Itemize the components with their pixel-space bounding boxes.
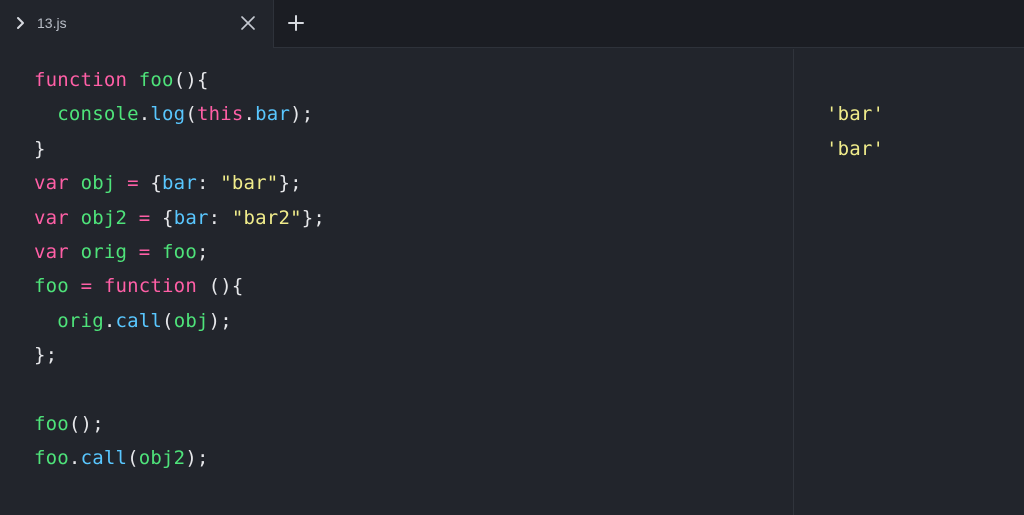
code-token: this	[196, 103, 244, 126]
code-line[interactable]: orig.call(obj);	[34, 307, 232, 335]
code-line[interactable]: foo = function (){	[34, 272, 244, 300]
code-token: log	[150, 103, 186, 126]
code-token: ;	[196, 241, 209, 263]
code-token: function	[34, 69, 128, 91]
code-token: {	[150, 206, 174, 229]
chevron-right-icon[interactable]	[15, 14, 27, 32]
code-token: obj	[80, 172, 116, 195]
code-token: bar	[162, 172, 197, 195]
code-editor[interactable]: function foo(){ console.log(this.bar);} v…	[0, 49, 793, 515]
tab-title: 13.js	[37, 15, 67, 31]
code-token: =	[127, 172, 139, 195]
code-token: );	[208, 309, 232, 332]
code-token: orig	[57, 309, 104, 332]
editor-window: 13.js function foo(){ console.log(this.b…	[0, 0, 1024, 515]
output-line: 'bar'	[826, 103, 885, 126]
code-token: (	[162, 309, 174, 332]
code-token: obj2	[138, 447, 186, 470]
code-token: foo	[162, 241, 197, 263]
plus-icon[interactable]	[286, 13, 306, 33]
code-token: (	[185, 103, 197, 126]
code-token: obj2	[80, 206, 128, 229]
code-token: foo	[34, 447, 69, 470]
code-line[interactable]: var obj = {bar: "bar"};	[34, 169, 302, 197]
code-token: var	[34, 241, 69, 263]
code-token: foo	[34, 275, 69, 298]
code-token: obj	[173, 309, 209, 332]
code-token: "bar"	[220, 172, 279, 195]
code-token: (){	[196, 275, 244, 298]
code-token: };	[301, 206, 326, 229]
code-token: (	[127, 447, 139, 470]
code-line[interactable]: var orig = foo;	[34, 238, 209, 266]
code-token: ();	[68, 413, 104, 435]
code-token: call	[80, 447, 128, 470]
code-line[interactable]: console.log(this.bar);	[34, 100, 313, 128]
code-token: }	[34, 137, 46, 160]
code-token: .	[243, 103, 256, 126]
code-token: var	[34, 172, 69, 195]
close-icon[interactable]	[239, 14, 257, 32]
code-token: function	[103, 275, 197, 298]
code-token: );	[185, 447, 209, 470]
code-line[interactable]: };	[34, 341, 57, 369]
code-token: {	[138, 172, 163, 195]
tab-13js[interactable]: 13.js	[0, 0, 274, 48]
code-token: :	[208, 206, 232, 229]
code-token: .	[68, 447, 81, 470]
code-token: };	[34, 344, 58, 367]
code-token: .	[138, 103, 151, 126]
code-line[interactable]: foo();	[34, 410, 104, 438]
code-line[interactable]: foo.call(obj2);	[34, 444, 209, 472]
code-token: =	[138, 241, 151, 263]
code-token: call	[115, 309, 163, 332]
output-panel: 'bar' 'bar'	[794, 49, 1024, 515]
code-token: =	[138, 206, 151, 229]
code-token: );	[290, 103, 314, 126]
code-token: (){	[173, 69, 209, 91]
code-line[interactable]: function foo(){	[34, 66, 209, 94]
code-token: var	[34, 206, 69, 229]
output-line: 'bar'	[826, 137, 885, 160]
code-token: foo	[34, 413, 69, 435]
code-token: bar	[173, 206, 209, 229]
code-token: foo	[138, 69, 174, 91]
code-token: bar	[255, 103, 291, 126]
code-token: .	[103, 309, 116, 332]
code-line[interactable]: var obj2 = {bar: "bar2"};	[34, 204, 325, 232]
code-token: "bar2"	[231, 206, 302, 229]
tab-bar: 13.js	[0, 0, 1024, 48]
code-token: :	[196, 172, 221, 195]
code-line[interactable]: }	[34, 135, 46, 163]
code-token: };	[278, 172, 302, 195]
code-token: orig	[80, 241, 128, 263]
code-token: =	[80, 275, 93, 298]
code-token: console	[57, 103, 139, 126]
